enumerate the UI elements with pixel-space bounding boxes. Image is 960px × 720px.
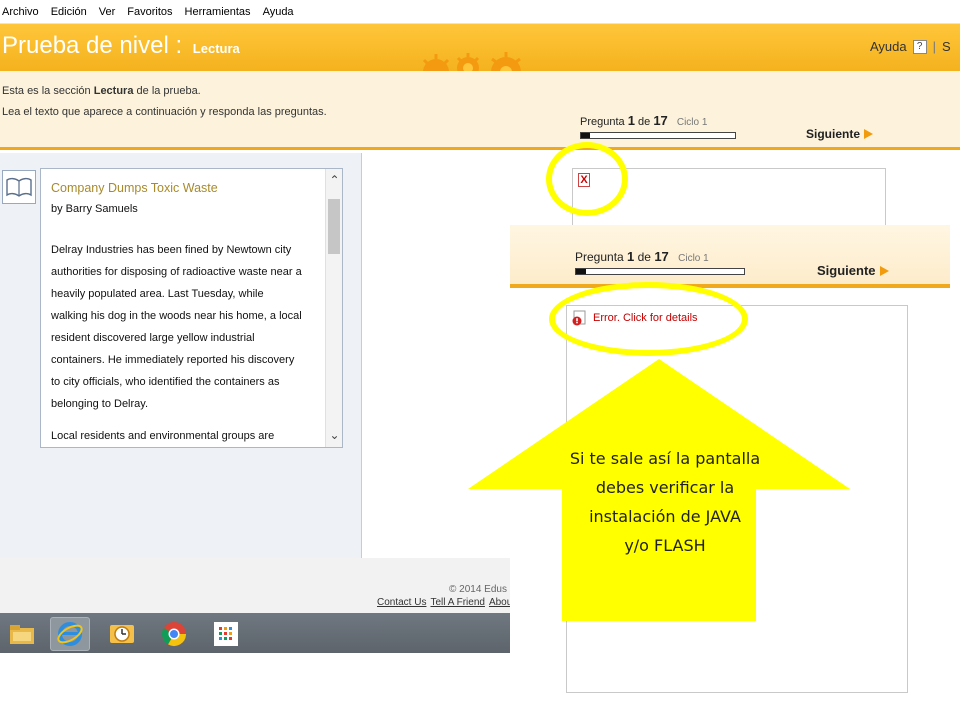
callout-line-3: instalación de JAVA xyxy=(589,507,741,526)
callout-text: Si te sale así la pantalla debes verific… xyxy=(540,444,790,560)
callout-line-4: y/o FLASH xyxy=(624,536,706,555)
passage-scrollbar[interactable]: ⌃ ⌄ xyxy=(325,169,342,447)
inset-next-label: Siguiente xyxy=(817,263,876,278)
menu-ayuda[interactable]: Ayuda xyxy=(263,6,294,18)
cycle-label: Ciclo 1 xyxy=(676,117,708,128)
passage-line: resident discovered large yellow industr… xyxy=(51,332,255,344)
menu-favoritos[interactable]: Favoritos xyxy=(127,6,172,18)
menu-edicion[interactable]: Edición xyxy=(51,6,87,18)
scroll-down-icon[interactable]: ⌄ xyxy=(326,427,342,444)
inset-progress-bar xyxy=(575,268,745,275)
book-icon[interactable] xyxy=(2,170,36,204)
passage-line: Delray Industries has been fined by Newt… xyxy=(51,244,292,256)
question-of: de xyxy=(638,116,651,128)
inset-question-of: de xyxy=(637,250,651,264)
passage-line: walking his dog in the woods near his ho… xyxy=(51,310,302,322)
inset-question-total: 17 xyxy=(654,249,669,264)
passage-line: to city officials, who identified the co… xyxy=(51,376,280,388)
menu-ver[interactable]: Ver xyxy=(99,6,116,18)
help-icon[interactable]: ? xyxy=(912,39,927,54)
highlight-ellipse xyxy=(549,282,748,356)
question-counter: Pregunta 1 de 17 Ciclo 1 xyxy=(580,113,707,128)
instr-suffix: de la prueba. xyxy=(133,85,201,97)
instr-section-bold: Lectura xyxy=(93,85,134,97)
callout-line-1: Si te sale así la pantalla xyxy=(569,449,761,468)
outlook-icon[interactable] xyxy=(102,617,142,651)
truncated-header-link[interactable]: S xyxy=(942,39,951,54)
passage-line: heavily populated area. Last Tuesday, wh… xyxy=(51,288,264,300)
chrome-icon[interactable] xyxy=(154,617,194,651)
inset-question-current: 1 xyxy=(627,249,635,264)
test-title: Prueba de nivel : xyxy=(2,32,183,59)
book-glyph-icon xyxy=(6,177,32,197)
passage-line: containers. He immediately reported his … xyxy=(51,354,295,366)
progress-fill xyxy=(581,133,591,138)
next-button[interactable]: Siguiente xyxy=(806,127,874,141)
passage-paragraph-1: Delray Industries has been fined by Newt… xyxy=(51,239,313,415)
question-current: 1 xyxy=(627,113,635,128)
help-link[interactable]: Ayuda xyxy=(870,39,907,54)
menu-archivo[interactable]: Archivo xyxy=(2,6,39,18)
scroll-up-icon[interactable]: ⌃ xyxy=(326,172,342,189)
instructions-line-1: Esta es la sección Lectura de la prueba. xyxy=(2,85,201,97)
passage-author: by Barry Samuels xyxy=(51,203,138,215)
menu-herramientas[interactable]: Herramientas xyxy=(185,6,251,18)
apps-grid-icon[interactable] xyxy=(206,617,246,651)
next-label: Siguiente xyxy=(806,127,861,141)
passage-paragraph-2: Local residents and environmental groups… xyxy=(51,430,275,442)
page-title: Prueba de nivel : Lectura xyxy=(2,32,240,60)
inset-next-button[interactable]: Siguiente xyxy=(817,263,889,278)
file-explorer-icon[interactable] xyxy=(2,617,42,651)
inset-question-counter: Pregunta 1 de 17 Ciclo 1 xyxy=(575,249,709,264)
section-name: Lectura xyxy=(192,41,240,56)
scroll-thumb[interactable] xyxy=(328,199,340,254)
internet-explorer-icon[interactable] xyxy=(50,617,90,651)
instr-prefix: Esta es la sección xyxy=(2,85,94,97)
gears-logo-icon xyxy=(422,52,521,72)
next-arrow-icon xyxy=(864,129,874,139)
inset-question-label: Pregunta xyxy=(575,250,624,264)
menu-bar: Archivo Edición Ver Favoritos Herramient… xyxy=(0,0,960,24)
header-separator: | xyxy=(932,39,937,54)
app-header: Prueba de nivel : Lectura Ayuda ? | S xyxy=(0,24,960,72)
passage-line: belonging to Delray. xyxy=(51,398,149,410)
highlight-circle xyxy=(546,142,628,216)
help-area: Ayuda ? | S xyxy=(870,39,951,54)
passage-line: authorities for disposing of radioactive… xyxy=(51,266,302,278)
passage-title: Company Dumps Toxic Waste xyxy=(51,181,218,195)
progress-bar xyxy=(580,132,736,139)
instructions-line-2: Lea el texto que aparece a continuación … xyxy=(2,106,327,118)
question-label: Pregunta xyxy=(580,116,625,128)
reading-passage[interactable]: Company Dumps Toxic Waste by Barry Samue… xyxy=(40,168,343,448)
question-total: 17 xyxy=(653,113,668,128)
inset-cycle-label: Ciclo 1 xyxy=(678,253,709,264)
inset-next-arrow-icon xyxy=(879,265,889,276)
inset-progress-fill xyxy=(576,269,587,274)
callout-line-2: debes verificar la xyxy=(595,478,735,497)
footer-link-contact[interactable]: Contact Us xyxy=(377,597,426,608)
